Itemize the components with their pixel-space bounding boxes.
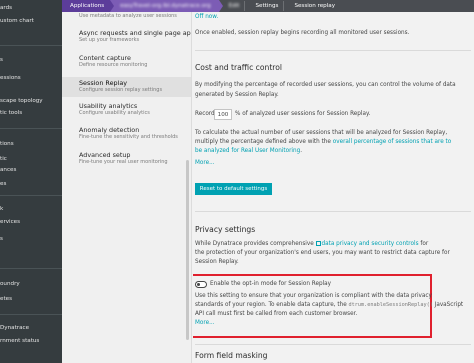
submenu-item-subtitle: Fine-tune the sensitivity and thresholds [79,134,178,140]
privacy-line2: the protection of your organization's en… [195,250,450,256]
optin-line3: API call must first be called from each … [195,311,358,317]
settings-submenu: Use metadata to analyze user sessions As… [62,0,192,363]
optin-label: Enable the opt-in mode for Session Repla… [210,281,331,287]
nav-item[interactable]: ustom chart [0,18,34,24]
submenu-item-metadata[interactable]: Use metadata to analyze user sessions [62,13,191,20]
nav-divider [0,45,62,46]
form-field-masking-heading: Form field masking [195,351,268,360]
calc-line1: To calculate the actual number of user s… [195,130,448,136]
submenu-item-title: Session Replay [79,79,128,87]
privacy-line1-text: While Dynatrace provides comprehensive [195,241,316,247]
breadcrumb-settings[interactable]: Settings [245,0,285,12]
nav-item[interactable]: ances [0,167,16,173]
section-divider [195,344,471,345]
cost-paragraph-line2: generated by Session Replay. [195,92,279,98]
calc-line2-text: multiply the percentage defined above wi… [195,139,333,145]
breadcrumb-applications[interactable]: Applications [62,0,115,12]
breadcrumb-label: Applications [70,3,105,9]
breadcrumb-separator [110,0,115,12]
nav-item[interactable]: Dynatrace [0,325,29,331]
nav-item[interactable]: oundry [0,281,20,287]
section-divider [195,50,471,51]
left-navigation: ards ustom chart s essions scape topology tic… [0,0,62,363]
main-content: Off now. Once enabled, session replay be… [193,12,474,363]
optin-line1: Use this setting to ensure that your org… [195,293,432,299]
nav-divider [0,195,62,196]
toggle-knob [197,283,200,286]
submenu-item-async-requests[interactable]: Async requests and single page apps Set … [62,29,191,44]
breadcrumb-app-name[interactable]: easyTravel-org.lbl.dynatrace.org [110,0,223,12]
submenu-item-title: Advanced setup [79,151,131,159]
rum-analysis-link[interactable]: be analyzed for Real User Monitoring [195,148,300,154]
submenu-item-title: Anomaly detection [79,126,140,134]
breadcrumb-edit[interactable]: Edit [218,0,246,12]
nav-item[interactable]: es [0,181,6,187]
nav-item[interactable]: ervices [0,219,20,225]
data-privacy-link-label: data privacy and security controls [321,241,419,247]
submenu-item-content-capture[interactable]: Content capture Define resource monitori… [62,54,191,69]
breadcrumb-label: easyTravel-org.lbl.dynatrace.org [120,3,211,9]
overall-percentage-link[interactable]: overall percentage of sessions that are … [333,139,452,145]
breadcrumb-label: Session replay [294,3,336,9]
nav-item[interactable]: scape topology [0,98,43,104]
data-privacy-link[interactable]: data privacy and security controls [315,240,419,247]
submenu-item-title: Content capture [79,54,131,62]
submenu-item-session-replay[interactable]: Session Replay Configure session replay … [62,77,191,97]
nav-item[interactable]: k [0,206,3,212]
submenu-item-title: Usability analytics [79,102,138,110]
breadcrumb-label: Settings [255,3,279,9]
nav-item[interactable]: rnment status [0,338,39,344]
nav-item[interactable]: tic [0,156,7,162]
reset-default-settings-button[interactable]: Reset to default settings [195,183,272,195]
nav-item[interactable]: s [0,57,3,63]
nav-item[interactable]: essions [0,75,21,81]
cost-paragraph-line1: By modifying the percentage of recorded … [195,82,456,88]
nav-item[interactable]: etes [0,296,12,302]
breadcrumb-session-replay[interactable]: Session replay [284,0,474,12]
submenu-item-advanced-setup[interactable]: Advanced setup Fine-tune your real user … [62,151,191,166]
nav-item[interactable]: s [0,236,3,242]
submenu-scrollbar[interactable] [186,160,189,340]
optin-line2-text: standards of your region. To enable data… [195,302,349,308]
optin-line2-post: JavaScript [432,302,464,308]
breadcrumb: Applications easyTravel-org.lbl.dynatrac… [62,0,474,12]
nav-item[interactable]: tic tools [0,110,22,116]
submenu-item-subtitle: Fine-tune your real user monitoring [79,159,168,165]
nav-item[interactable]: ards [0,5,12,11]
more-link[interactable]: More... [195,320,215,326]
submenu-item-subtitle: Configure session replay settings [79,87,163,93]
privacy-heading: Privacy settings [195,225,256,234]
submenu-item-anomaly-detection[interactable]: Anomaly detection Fine-tune the sensitiv… [62,126,191,141]
optin-toggle[interactable] [195,281,207,288]
top-link[interactable]: Off now. [195,14,218,20]
nav-divider [0,268,62,269]
submenu-item-subtitle: Use metadata to analyze user sessions [79,13,177,19]
breadcrumb-label: Edit [228,3,240,9]
more-link[interactable]: More... [195,160,215,166]
privacy-line1-post: for [418,241,429,247]
optin-code: dtrum.enableSessionReplay() [348,302,433,308]
nav-item[interactable]: tions [0,141,14,147]
record-label: Record [195,111,215,117]
calc-line3-text: . [300,148,303,154]
nav-divider [0,128,62,129]
submenu-item-subtitle: Define resource monitoring [79,62,148,68]
privacy-line3: Session Replay. [195,259,239,265]
top-text: Once enabled, session replay begins reco… [195,30,410,36]
record-suffix: % of analyzed user sessions for Session … [235,111,371,117]
cost-heading: Cost and traffic control [195,63,283,72]
nav-divider [0,314,62,315]
breadcrumb-separator [218,0,223,12]
section-divider [195,211,471,212]
record-percentage-input[interactable] [214,109,232,120]
submenu-item-subtitle: Configure usability analytics [79,110,150,116]
external-link-icon [315,240,321,246]
submenu-item-subtitle: Set up your frameworks [79,37,140,43]
submenu-item-usability-analytics[interactable]: Usability analytics Configure usability … [62,102,191,117]
submenu-item-title: Async requests and single page apps [79,29,192,37]
